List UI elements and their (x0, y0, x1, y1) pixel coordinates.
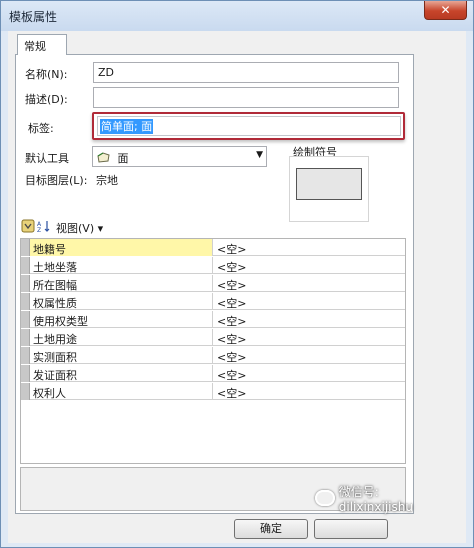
table-row[interactable]: 使用权类型 <空> (21, 311, 405, 328)
name-label: 名称(N): (25, 68, 68, 81)
cancel-button[interactable] (314, 519, 388, 539)
target-layer-label: 目标图层(L): (25, 174, 88, 187)
attribute-value[interactable]: <空> (214, 311, 249, 328)
attribute-name: 权属性质 (30, 293, 213, 310)
sort-az-icon[interactable]: A Z (37, 219, 51, 233)
ok-button[interactable]: 确定 (234, 519, 308, 539)
dropdown-arrow-icon: ▾ (97, 222, 104, 235)
description-label: 描述(D): (25, 93, 68, 106)
row-marker (21, 365, 30, 382)
attribute-grid[interactable]: 地籍号 <空> 土地坐落 <空> 所在图幅 <空> 权属性质 <空> 使用权类型 <空> 土地用途 <… (20, 238, 406, 464)
view-menu-button[interactable]: 视图(V) ▾ (56, 220, 103, 236)
svg-text:Z: Z (37, 227, 41, 233)
default-tool-select[interactable]: 面 ▼ (92, 146, 267, 167)
general-tab-panel: 名称(N): ZD 描述(D): 标签: 简单面; 面 默认工具 面 ▼ 绘制符… (15, 54, 414, 514)
table-row[interactable]: 土地坐落 <空> (21, 257, 405, 274)
attribute-name: 发证面积 (30, 365, 213, 382)
table-row[interactable]: 实测面积 <空> (21, 347, 405, 364)
attribute-name: 所在图幅 (30, 275, 213, 292)
row-marker (21, 275, 30, 292)
attribute-name: 土地坐落 (30, 257, 213, 274)
attribute-value[interactable]: <空> (214, 347, 249, 364)
row-marker (21, 239, 30, 256)
target-layer-value: 宗地 (96, 174, 118, 187)
table-row[interactable]: 发证面积 <空> (21, 365, 405, 382)
default-tool-value: 面 (117, 152, 129, 165)
description-input[interactable] (93, 87, 399, 108)
template-properties-window: 模板属性 ✕ 常规 名称(N): ZD 描述(D): 标签: 简单面; 面 默认… (0, 0, 474, 548)
tag-label: 标签: (28, 122, 54, 135)
row-marker (21, 347, 30, 364)
attribute-name: 权利人 (30, 383, 213, 400)
tag-input[interactable]: 简单面; 面 (97, 116, 401, 136)
table-row[interactable]: 所在图幅 <空> (21, 275, 405, 292)
tag-highlight-frame: 简单面; 面 (92, 112, 405, 140)
polygon-tool-icon (97, 151, 111, 167)
row-marker (21, 383, 30, 400)
row-marker (21, 257, 30, 274)
attribute-toolbar: A Z 视图(V) ▾ (18, 218, 218, 236)
symbol-swatch (296, 168, 362, 200)
attribute-value[interactable]: <空> (214, 365, 249, 382)
watermark-text: 微信号: dilixinxijishu (338, 484, 413, 514)
view-menu-label: 视图(V) (56, 222, 95, 235)
categorized-view-icon[interactable] (21, 219, 35, 233)
window-title: 模板属性 (9, 10, 58, 24)
table-row[interactable]: 土地用途 <空> (21, 329, 405, 346)
attribute-value[interactable]: <空> (214, 383, 249, 400)
draw-symbol-preview[interactable] (289, 156, 369, 222)
close-icon: ✕ (440, 3, 451, 17)
attribute-value[interactable]: <空> (214, 329, 249, 346)
wechat-icon (315, 490, 335, 506)
attribute-value[interactable]: <空> (214, 257, 249, 274)
tab-general[interactable]: 常规 (17, 34, 67, 55)
close-button[interactable]: ✕ (424, 1, 467, 20)
table-row[interactable]: 权利人 <空> (21, 383, 405, 400)
name-input[interactable]: ZD (93, 62, 399, 83)
attribute-value[interactable]: <空> (214, 239, 249, 256)
attribute-value[interactable]: <空> (214, 275, 249, 292)
row-marker (21, 329, 30, 346)
chevron-down-icon: ▼ (256, 150, 263, 160)
attribute-name: 地籍号 (30, 239, 213, 256)
wechat-watermark: 微信号: dilixinxijishu (315, 484, 455, 514)
row-marker (21, 311, 30, 328)
tag-selected-text: 简单面; 面 (100, 119, 154, 134)
attribute-value[interactable]: <空> (214, 293, 249, 310)
table-row[interactable]: 地籍号 <空> (21, 239, 405, 256)
attribute-name: 土地用途 (30, 329, 213, 346)
title-bar[interactable]: 模板属性 ✕ (1, 1, 473, 31)
row-marker (21, 293, 30, 310)
attribute-name: 实测面积 (30, 347, 213, 364)
dialog-client-area: 常规 名称(N): ZD 描述(D): 标签: 简单面; 面 默认工具 面 ▼ … (8, 31, 466, 543)
table-row[interactable]: 权属性质 <空> (21, 293, 405, 310)
attribute-name: 使用权类型 (30, 311, 213, 328)
default-tool-label: 默认工具 (25, 152, 69, 165)
